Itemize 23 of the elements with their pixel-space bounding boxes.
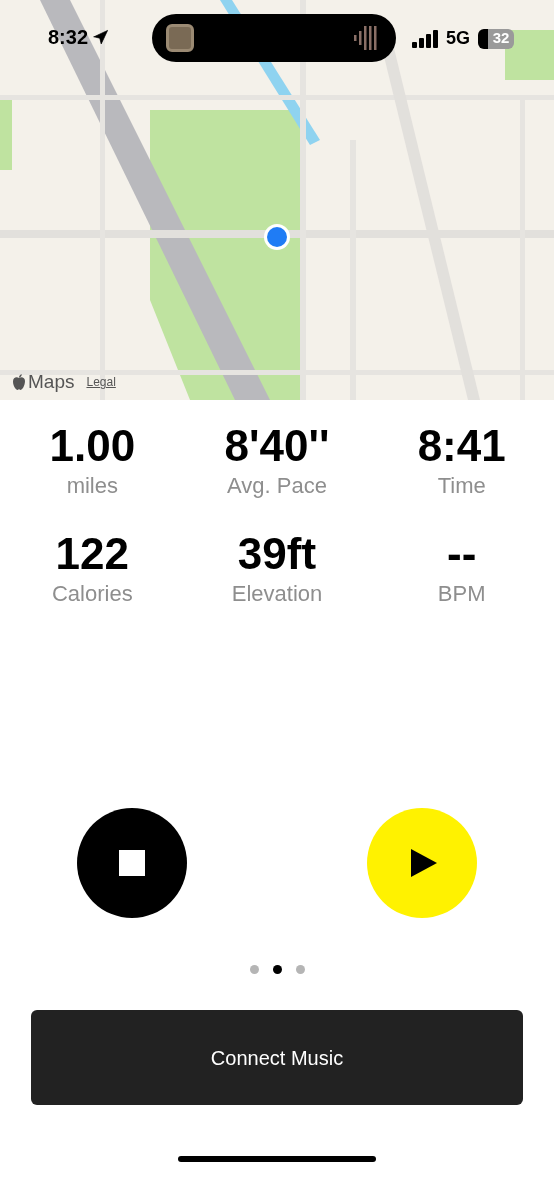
network-label: 5G: [446, 27, 470, 50]
stat-value: 1.00: [49, 420, 136, 472]
signal-icon: [412, 29, 440, 48]
connect-music-button[interactable]: Connect Music: [31, 1010, 523, 1105]
location-arrow-icon: [92, 28, 110, 46]
stat-label: Avg. Pace: [227, 472, 327, 500]
stat-value: 8'40'': [224, 420, 330, 472]
stat-value: --: [447, 528, 477, 580]
album-art-icon: [166, 24, 194, 52]
stat-label: Time: [437, 472, 486, 500]
stat-label: Elevation: [231, 580, 323, 608]
stat-value: 39ft: [237, 528, 317, 580]
stat-label: miles: [66, 472, 118, 500]
apple-logo-icon: [12, 373, 26, 391]
legal-link[interactable]: Legal: [86, 373, 116, 392]
status-time: 8:32: [48, 25, 89, 50]
play-icon: [411, 849, 437, 877]
stat-label: Calories: [51, 580, 133, 608]
stat-value: 122: [55, 528, 130, 580]
stat-label: BPM: [437, 580, 486, 608]
stop-icon: [119, 850, 145, 876]
maps-attribution: Maps: [28, 370, 75, 394]
stat-value: 8:41: [417, 420, 506, 472]
